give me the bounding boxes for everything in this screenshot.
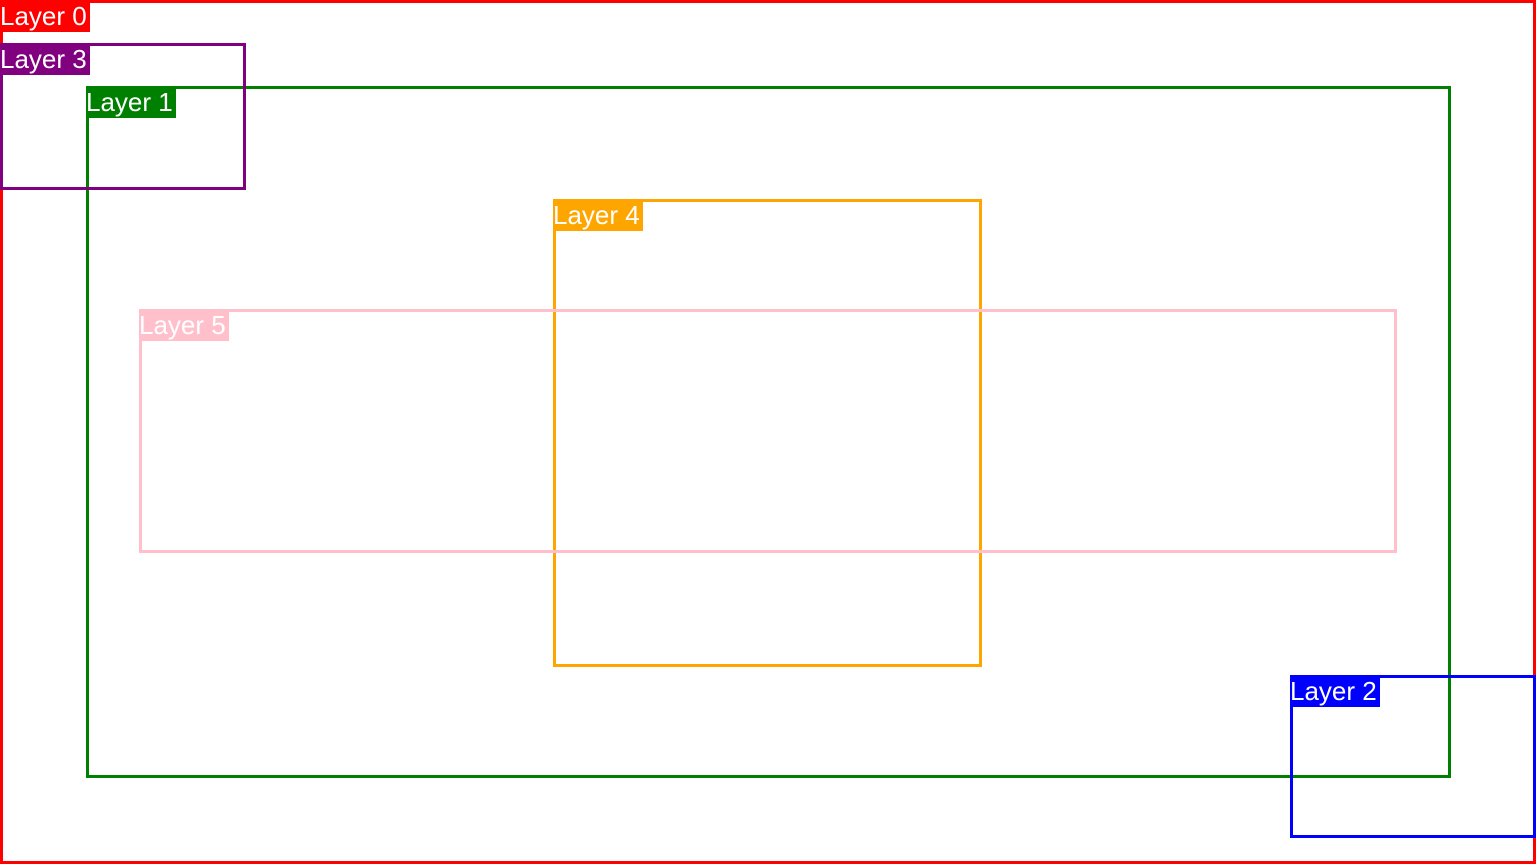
layer-2-box: Layer 2 xyxy=(1290,675,1536,838)
layer-3-label: Layer 3 xyxy=(0,43,90,75)
layer-5-label: Layer 5 xyxy=(139,309,229,341)
layer-2-label: Layer 2 xyxy=(1290,675,1380,707)
layer-0-label: Layer 0 xyxy=(0,0,90,32)
layer-4-label: Layer 4 xyxy=(553,199,643,231)
layer-3-box: Layer 3 xyxy=(0,43,246,190)
layer-5-box: Layer 5 xyxy=(139,309,1397,553)
layer-diagram-canvas: Layer 0 Layer 1 Layer 3 Layer 4 Layer 5 … xyxy=(0,0,1536,864)
